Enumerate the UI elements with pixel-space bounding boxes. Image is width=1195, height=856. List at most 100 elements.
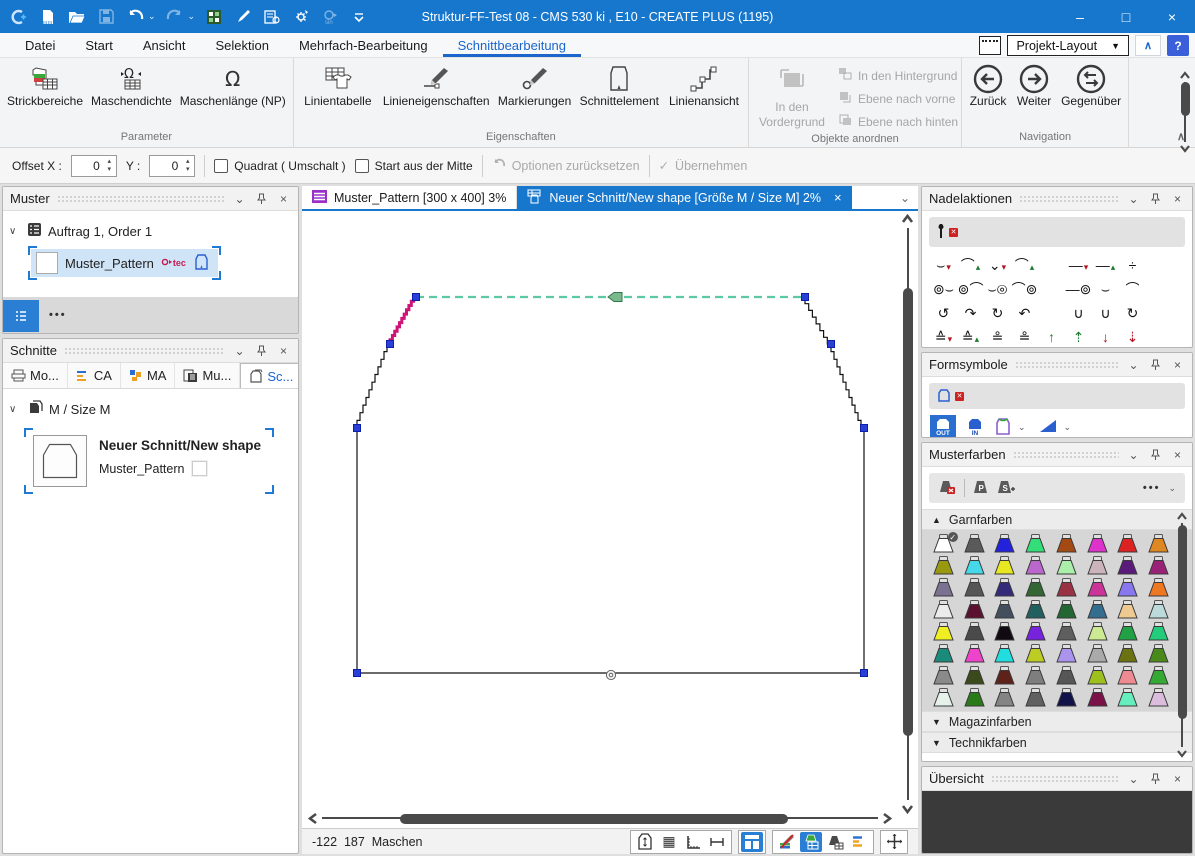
shape-node[interactable] <box>354 425 361 432</box>
yarn-color-swatch[interactable] <box>928 555 959 576</box>
offset-x-input[interactable]: 0▴▾ <box>71 155 117 177</box>
muster-pattern-item[interactable]: Muster_Pattern tec <box>31 249 218 277</box>
pin-icon[interactable] <box>1148 193 1163 205</box>
selected-form-symbol[interactable]: ✕ <box>929 383 1185 409</box>
cone-table-icon[interactable] <box>824 832 846 852</box>
yarn-color-swatch[interactable] <box>990 533 1021 554</box>
pin-icon[interactable] <box>1148 773 1163 785</box>
tab-start[interactable]: Start <box>70 33 127 57</box>
yarn-color-swatch[interactable] <box>928 687 959 708</box>
horizontal-scroll-thumb[interactable] <box>400 814 788 824</box>
yarn-color-swatch[interactable] <box>1020 665 1051 686</box>
chevron-down-icon[interactable]: ⌄ <box>232 344 247 358</box>
redo-icon[interactable] <box>165 7 185 27</box>
shape-edge-stepped[interactable] <box>831 344 864 428</box>
chevron-down-icon[interactable]: ⌄ <box>1064 422 1072 433</box>
yarn-color-swatch[interactable] <box>959 577 990 598</box>
ruler-icon[interactable] <box>682 832 704 852</box>
yarn-color-swatch[interactable] <box>1051 555 1082 576</box>
shape-list-item[interactable]: Neuer Schnitt/New shape Muster_Pattern <box>27 431 271 491</box>
yarn-color-swatch[interactable] <box>1113 665 1144 686</box>
add-color-button[interactable]: S <box>997 479 1015 498</box>
yarn-table-icon[interactable] <box>800 832 822 852</box>
needle-action-icon[interactable]: ⌒⊚ <box>1011 282 1038 296</box>
needle-action-icon[interactable]: ≙▾ <box>930 330 957 344</box>
linienansicht-button[interactable]: Linienansicht <box>663 61 745 108</box>
chevron-down-icon[interactable]: ⌄ <box>1126 772 1141 786</box>
module-explorer-icon[interactable] <box>204 7 224 27</box>
redo-dropdown-icon[interactable]: ⌄ <box>188 11 196 22</box>
yarn-color-swatch[interactable] <box>1020 687 1051 708</box>
needle-action-icon[interactable]: ⌒ <box>1119 282 1146 296</box>
tab-ma[interactable]: MA <box>121 363 176 388</box>
tab-ca[interactable]: CA <box>68 363 121 388</box>
needle-action-icon[interactable]: ⊚⌒ <box>957 282 984 296</box>
offset-y-input[interactable]: 0▴▾ <box>149 155 195 177</box>
yarn-color-swatch[interactable]: ✓ <box>928 533 959 554</box>
undo-dropdown-icon[interactable]: ⌄ <box>148 11 156 22</box>
open-file-icon[interactable] <box>67 7 87 27</box>
yarn-color-swatch[interactable] <box>959 599 990 620</box>
yarn-color-swatch[interactable] <box>1113 621 1144 642</box>
ebene-nach-vorne-button[interactable]: Ebene nach vorne <box>838 90 958 107</box>
narrowing-in-symbol[interactable]: IN <box>962 415 988 438</box>
pin-icon[interactable] <box>254 345 269 357</box>
canvas-vertical-scrollbar[interactable] <box>899 212 916 816</box>
needle-action-icon[interactable]: ↑ <box>1038 330 1065 344</box>
panel-grip[interactable] <box>64 347 225 355</box>
shape-node[interactable] <box>354 670 361 677</box>
needle-action-icon[interactable]: ⇡ <box>1065 330 1092 344</box>
yarn-color-swatch[interactable] <box>1082 621 1113 642</box>
yarn-color-swatch[interactable] <box>1113 643 1144 664</box>
tab-selektion[interactable]: Selektion <box>200 33 283 57</box>
yarn-color-swatch[interactable] <box>1113 599 1144 620</box>
yarn-color-swatch[interactable] <box>990 555 1021 576</box>
yarn-color-swatch[interactable] <box>1143 577 1174 598</box>
needle-action-icon[interactable]: ↓ <box>1092 330 1119 344</box>
row-colors-icon[interactable] <box>848 832 870 852</box>
yarn-color-swatch[interactable] <box>1051 643 1082 664</box>
sintral-icon[interactable]: sin <box>320 7 340 27</box>
linieneigenschaften-button[interactable]: Linieneigenschaften <box>379 61 494 108</box>
yarn-color-swatch[interactable] <box>1082 665 1113 686</box>
yarn-color-swatch[interactable] <box>1143 599 1174 620</box>
shape-node[interactable] <box>413 294 420 301</box>
yarn-color-swatch[interactable] <box>1143 533 1174 554</box>
offset-x-spinner[interactable]: ▴▾ <box>103 156 116 176</box>
tab-mehrfach-bearbeitung[interactable]: Mehrfach-Bearbeitung <box>284 33 443 57</box>
maschendichte-button[interactable]: Ω Maschendichte <box>87 61 176 108</box>
yarn-color-swatch[interactable] <box>1082 577 1113 598</box>
widening-out-symbol[interactable]: OUT <box>930 415 956 438</box>
yarn-color-swatch[interactable] <box>990 665 1021 686</box>
garment-measure-icon[interactable] <box>634 832 656 852</box>
yarn-color-swatch[interactable] <box>1051 687 1082 708</box>
needle-action-icon[interactable]: ≗ <box>1011 330 1038 344</box>
yarn-color-swatch[interactable] <box>1020 643 1051 664</box>
weiter-button[interactable]: Weiter <box>1011 61 1057 108</box>
pin-icon[interactable] <box>1148 359 1163 371</box>
window-layout-icon[interactable] <box>979 36 1001 55</box>
shape-node[interactable] <box>802 294 809 301</box>
more-colors-button[interactable]: ••• <box>1143 482 1161 494</box>
yarn-color-swatch[interactable] <box>1082 599 1113 620</box>
pattern-parameters-icon[interactable] <box>262 7 282 27</box>
overview-preview[interactable] <box>922 791 1192 853</box>
yarn-color-swatch[interactable] <box>1113 533 1144 554</box>
yarn-color-swatch[interactable] <box>959 621 990 642</box>
yarn-color-swatch[interactable] <box>928 577 959 598</box>
needle-action-icon[interactable]: ⌣⊚ <box>984 282 1011 296</box>
needle-action-icon[interactable]: ↻ <box>984 306 1011 320</box>
tab-schnitte[interactable]: Sc... <box>240 363 299 388</box>
needle-action-icon[interactable]: ⌣▾ <box>930 258 957 272</box>
tab-ansicht[interactable]: Ansicht <box>128 33 201 57</box>
technical-gear-icon[interactable] <box>291 7 311 27</box>
shape-edge-stepped[interactable] <box>805 297 831 344</box>
expander-icon[interactable]: ∨ <box>9 226 21 237</box>
more-options-button[interactable]: ••• <box>49 309 67 321</box>
gore-symbol[interactable] <box>1038 418 1058 437</box>
pin-icon[interactable] <box>1148 449 1163 461</box>
canvas-horizontal-scrollbar[interactable] <box>306 810 894 826</box>
needle-action-icon[interactable]: —⊚ <box>1065 282 1092 296</box>
width-measure-icon[interactable] <box>706 832 728 852</box>
in-den-hintergrund-button[interactable]: In den Hintergrund <box>838 67 958 84</box>
